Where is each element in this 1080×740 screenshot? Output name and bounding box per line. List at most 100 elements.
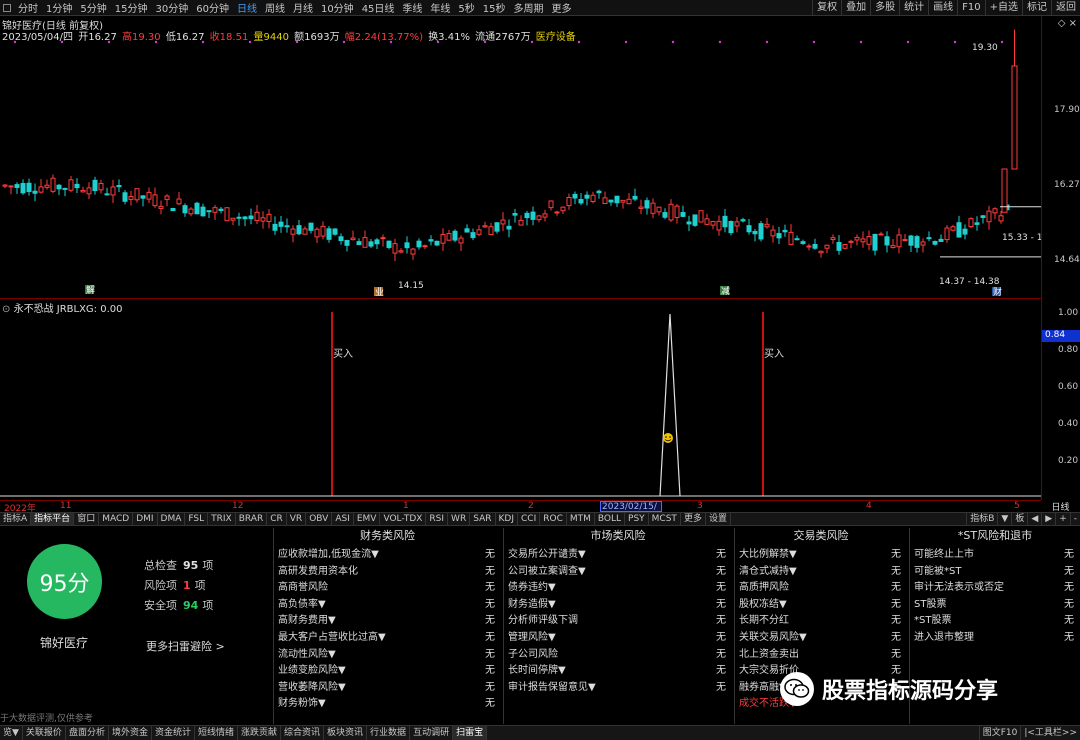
period-tab[interactable]: 周线 <box>261 0 289 15</box>
indicator-tab[interactable]: EMV <box>354 513 381 525</box>
toolbar-button[interactable]: 多股 <box>870 0 899 16</box>
risk-row[interactable]: 业绩变脸风险▼ 无 <box>274 662 501 679</box>
candlestick-chart[interactable]: 19.30 14.15 15.33 - 15 14.37 - 14.38 解 业 减 财 <box>0 16 1041 299</box>
risk-row[interactable]: 子公司风险 无 <box>504 646 732 663</box>
indicator-tab-control[interactable]: 板 <box>1011 513 1027 526</box>
period-tab[interactable]: 30分钟 <box>151 0 192 15</box>
period-tab[interactable]: 日线 <box>233 0 261 15</box>
indicator-tab[interactable]: OBV <box>306 513 333 525</box>
toolbar-button[interactable]: 返回 <box>1051 0 1080 16</box>
period-tab[interactable]: 10分钟 <box>317 0 358 15</box>
bottom-nav-right[interactable]: |<工具栏>> <box>1020 726 1080 740</box>
period-tab[interactable]: 年线 <box>426 0 454 15</box>
risk-row[interactable]: 公司被立案调查▼ 无 <box>504 563 732 580</box>
period-tab[interactable]: 分时 <box>14 0 42 15</box>
period-tab[interactable]: 1分钟 <box>42 0 76 15</box>
period-tab[interactable]: 5秒 <box>454 0 478 15</box>
period-tab[interactable]: 更多 <box>548 0 576 15</box>
indicator-tab[interactable]: PSY <box>625 513 649 525</box>
period-tab[interactable]: 月线 <box>289 0 317 15</box>
indicator-tab[interactable]: ROC <box>540 513 567 525</box>
risk-row[interactable]: *ST股票 无 <box>910 612 1080 629</box>
toolbar-button[interactable]: 标记 <box>1022 0 1051 16</box>
risk-row[interactable]: 审计报告保留意见▼ 无 <box>504 679 732 696</box>
risk-row[interactable]: 营收萎降风险▼ 无 <box>274 679 501 696</box>
indicator-tab[interactable]: VR <box>287 513 307 525</box>
indicator-tab[interactable]: KDJ <box>496 513 518 525</box>
bottom-nav-tab[interactable]: 扫雷宝 <box>453 726 488 740</box>
indicator-tab[interactable]: DMA <box>158 513 186 525</box>
bottom-nav-tab[interactable]: 关联报价 <box>23 726 66 740</box>
risk-row[interactable]: 长期不分红 无 <box>735 612 907 629</box>
indicator-tab[interactable]: SAR <box>470 513 496 525</box>
bottom-nav-tab[interactable]: 板块资讯 <box>324 726 368 740</box>
indicator-tab-control[interactable]: - <box>1069 513 1080 526</box>
risk-row[interactable]: 审计无法表示或否定 无 <box>910 579 1080 596</box>
indicator-tab-control[interactable]: 指标B <box>966 513 997 526</box>
bottom-nav-tab[interactable]: 短线情绪 <box>195 726 238 740</box>
risk-row[interactable]: 最大客户占营收比过高▼ 无 <box>274 629 501 646</box>
indicator-tab[interactable]: TRIX <box>208 513 236 525</box>
risk-row[interactable]: ST股票 无 <box>910 596 1080 613</box>
period-label[interactable]: 日线 <box>1041 500 1080 513</box>
risk-row[interactable]: 北上资金卖出 无 <box>735 646 907 663</box>
period-tab[interactable]: 60分钟 <box>192 0 233 15</box>
risk-row[interactable]: 高研发费用资本化 无 <box>274 563 501 580</box>
indicator-tab[interactable]: 更多 <box>681 513 706 525</box>
risk-row[interactable]: 关联交易风险▼ 无 <box>735 629 907 646</box>
risk-row[interactable]: 债券违约▼ 无 <box>504 579 732 596</box>
period-tab[interactable]: 5分钟 <box>76 0 110 15</box>
indicator-tab[interactable]: 窗口 <box>74 513 100 525</box>
period-tab[interactable]: 多周期 <box>510 0 548 15</box>
bottom-nav-tab[interactable]: 境外资金 <box>109 726 152 740</box>
bottom-nav-tab[interactable]: 览▼ <box>0 726 23 740</box>
risk-row[interactable]: 高商誉风险 无 <box>274 579 501 596</box>
bottom-nav-right[interactable]: 图文F10 <box>978 726 1021 740</box>
risk-row[interactable]: 高负债率▼ 无 <box>274 596 501 613</box>
indicator-tab[interactable]: MACD <box>99 513 134 525</box>
risk-row[interactable]: 财务造假▼ 无 <box>504 596 732 613</box>
risk-row[interactable]: 高财务费用▼ 无 <box>274 612 501 629</box>
risk-row[interactable]: 应收款增加,低现金流▼ 无 <box>274 546 501 563</box>
indicator-tab[interactable]: 设置 <box>706 513 731 525</box>
risk-row[interactable]: 高质押风险 无 <box>735 579 907 596</box>
risk-row[interactable]: 管理风险▼ 无 <box>504 629 732 646</box>
indicator-tab[interactable]: WR <box>448 513 471 525</box>
risk-row[interactable]: 交易所公开谴责▼ 无 <box>504 546 732 563</box>
indicator-tab[interactable]: CR <box>267 513 287 525</box>
bottom-nav-tab[interactable]: 综合资讯 <box>281 726 325 740</box>
toolbar-button[interactable]: 画线 <box>928 0 957 16</box>
risk-row[interactable]: 分析师评级下调 无 <box>504 612 732 629</box>
indicator-tab[interactable]: ASI <box>332 513 354 525</box>
period-tab[interactable]: 45日线 <box>358 0 399 15</box>
indicator-tab-control[interactable]: ▶ <box>1041 513 1055 526</box>
indicator-tab[interactable]: MTM <box>567 513 595 525</box>
more-scan-link[interactable]: 更多扫雷避险 > <box>146 638 225 654</box>
indicator-tab-control[interactable]: ▼ <box>997 513 1011 526</box>
indicator-tab[interactable]: VOL-TDX <box>380 513 427 525</box>
risk-row[interactable]: 可能终止上市 无 <box>910 546 1080 563</box>
period-tab[interactable]: 季线 <box>398 0 426 15</box>
risk-row[interactable]: 财务粉饰▼ 无 <box>274 695 501 712</box>
indicator-tab[interactable]: MCST <box>649 513 681 525</box>
toolbar-button[interactable]: F10 <box>957 0 984 16</box>
risk-row[interactable]: 进入退市整理 无 <box>910 629 1080 646</box>
risk-row[interactable]: 长时间停牌▼ 无 <box>504 662 732 679</box>
toolbar-button[interactable]: 复权 <box>812 0 841 16</box>
indicator-tab-control[interactable]: + <box>1055 513 1070 526</box>
bottom-nav-tab[interactable]: 互动调研 <box>410 726 454 740</box>
bottom-nav-tab[interactable]: 资金统计 <box>152 726 195 740</box>
window-menu-icon[interactable] <box>3 3 11 12</box>
indicator-tab[interactable]: RSI <box>426 513 449 525</box>
toolbar-button[interactable]: +自选 <box>984 0 1022 16</box>
indicator-tab[interactable]: CCI <box>518 513 541 525</box>
indicator-header[interactable]: ⊙ 永不恐战 JRBLXG: 0.00 <box>2 300 123 315</box>
period-tab[interactable]: 15秒 <box>479 0 510 15</box>
indicator-tab[interactable]: 指标A <box>0 513 32 525</box>
indicator-tab[interactable]: 指标平台 <box>31 513 75 525</box>
indicator-tab[interactable]: BOLL <box>595 513 626 525</box>
options-diamond-icon[interactable]: ◇ × <box>1058 18 1077 29</box>
risk-row[interactable]: 流动性风险▼ 无 <box>274 646 501 663</box>
indicator-tab[interactable]: FSL <box>185 513 209 525</box>
bottom-nav-tab[interactable]: 盘面分析 <box>66 726 109 740</box>
